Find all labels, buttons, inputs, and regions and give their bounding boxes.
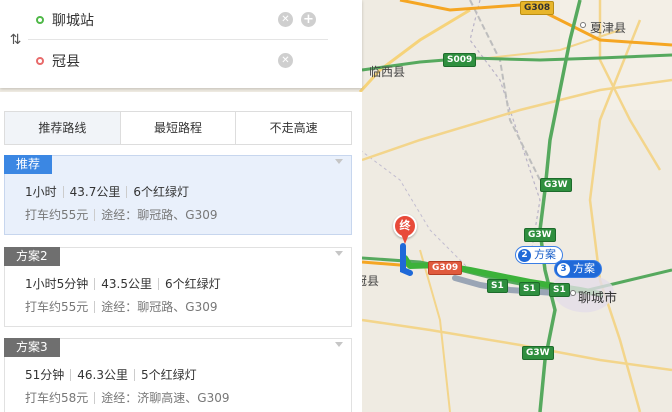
city-label-liaocheng: 聊城市 [578,291,618,306]
road-shield-g309: G309 [428,261,463,275]
road-shield-s1: S1 [487,279,508,293]
route-tag-plan-3[interactable]: 3 方案 [554,260,602,278]
start-dot-icon [36,15,44,24]
route-tag-number: 3 [557,262,570,276]
plan-taxi-fare: 打车约58元 [25,391,89,405]
swap-icon[interactable]: ⇅ [4,30,24,50]
city-label-xiajin: 夏津县 [590,21,627,35]
expand-caret-icon[interactable] [335,342,343,347]
plan-badge: 方案3 [4,338,60,357]
road-shield-g3w: G3W [522,346,554,360]
plan-badge: 方案2 [4,247,60,266]
plan-via: 途经：聊冠路、G309 [101,208,218,222]
plan-summary: 51分钟 46.3公里 5个红绿灯 [25,366,197,383]
tab-recommended[interactable]: 推荐路线 [5,112,121,144]
plan-summary: 1小时5分钟 43.5公里 6个红绿灯 [25,275,221,292]
expand-caret-icon[interactable] [335,251,343,256]
route-plan-recommended[interactable]: 推荐 1小时 43.7公里 6个红绿灯 打车约55元 途经：聊冠路、G309 [4,155,352,235]
search-panel: ⇅ ✕ + ✕ [0,0,362,88]
city-label-linxi: 临西县 [369,65,406,79]
plan-details: 打车约55元 途经：聊冠路、G309 [25,206,218,223]
route-tag-plan-2[interactable]: 2 方案 [515,246,563,264]
plan-traffic-lights: 6个红绿灯 [133,185,190,199]
plan-time: 51分钟 [25,368,65,382]
plan-badge: 推荐 [4,155,53,174]
plan-summary: 1小时 43.7公里 6个红绿灯 [25,183,189,200]
road-shield-g308: G308 [520,1,555,15]
plan-time: 1小时5分钟 [25,277,89,291]
plan-details: 打车约55元 途经：聊冠路、G309 [25,298,218,315]
clear-start-icon[interactable]: ✕ [278,12,293,27]
plan-time: 1小时 [25,185,57,199]
road-shield-s1: S1 [549,283,570,297]
road-shield-s009: S009 [443,53,477,67]
city-marker [570,290,576,296]
plan-distance: 43.5公里 [101,277,153,291]
plan-via: 途经：济聊高速、G309 [101,391,230,405]
clear-end-icon[interactable]: ✕ [278,53,293,68]
end-marker-pointer [401,234,409,244]
route-panel: 推荐路线 最短路程 不走高速 推荐 1小时 43.7公里 6个红绿灯 打车约55… [0,92,362,412]
plan-traffic-lights: 6个红绿灯 [165,277,221,291]
tab-shortest[interactable]: 最短路程 [120,112,237,144]
route-plan-2[interactable]: 方案2 1小时5分钟 43.5公里 6个红绿灯 打车约55元 途经：聊冠路、G3… [4,247,352,327]
plan-distance: 43.7公里 [69,185,121,199]
route-plan-3[interactable]: 方案3 51分钟 46.3公里 5个红绿灯 打车约58元 途经：济聊高速、G30… [4,338,352,412]
plan-taxi-fare: 打车约55元 [25,300,89,314]
end-input[interactable] [52,53,272,69]
plan-taxi-fare: 打车约55元 [25,208,89,222]
add-waypoint-icon[interactable]: + [301,12,316,27]
end-marker[interactable]: 终 [393,214,417,244]
road-shield-s1: S1 [519,282,540,296]
city-marker [580,22,586,28]
plan-via: 途经：聊冠路、G309 [101,300,218,314]
plan-details: 打车约58元 途经：济聊高速、G309 [25,389,230,406]
route-tag-label: 方案 [534,248,556,261]
expand-caret-icon[interactable] [335,159,343,164]
end-dot-icon [36,57,44,65]
start-input[interactable] [52,11,272,28]
road-shield-g3w: G3W [540,178,572,192]
tab-no-highway[interactable]: 不走高速 [236,112,352,144]
route-tag-number: 2 [518,248,531,262]
plan-traffic-lights: 5个红绿灯 [141,368,197,382]
route-tabs: 推荐路线 最短路程 不走高速 [4,111,352,145]
plan-distance: 46.3公里 [77,368,129,382]
road-shield-g3w: G3W [524,228,556,242]
route-tag-label: 方案 [573,262,595,275]
